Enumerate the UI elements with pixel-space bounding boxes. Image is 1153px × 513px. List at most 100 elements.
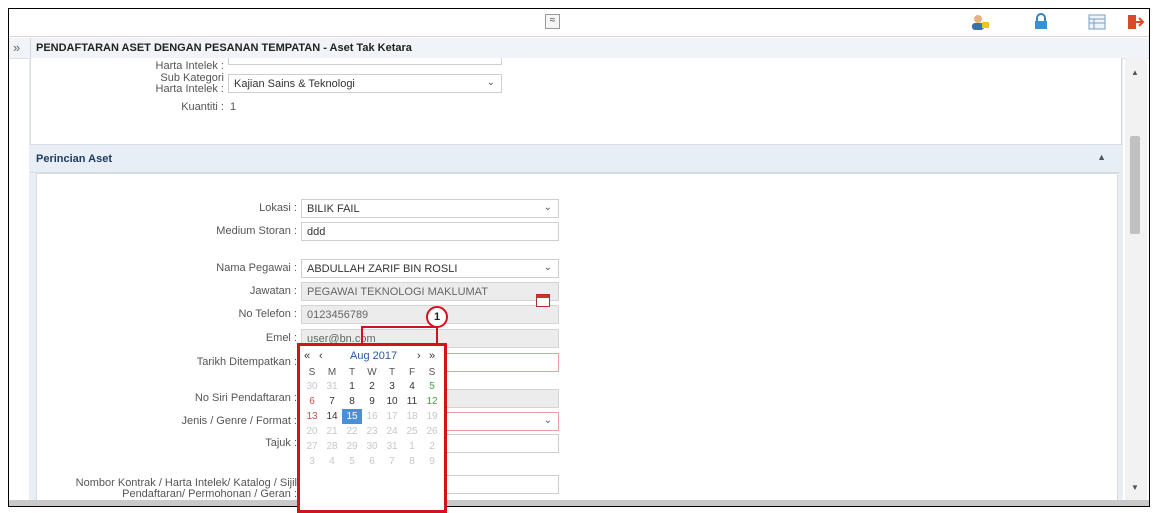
calendar-day[interactable]: 1 — [402, 439, 422, 454]
scrollbar-thumb[interactable] — [1130, 136, 1140, 234]
sub-kategori-label: Sub Kategori Harta Intelek : — [111, 73, 224, 95]
calendar-day[interactable]: 31 — [382, 439, 402, 454]
page-title-bar: » PENDAFTARAN ASET DENGAN PESANAN TEMPAT… — [9, 38, 1149, 59]
calendar-day[interactable]: 18 — [402, 409, 422, 424]
chevron-down-icon: ⌄ — [543, 262, 552, 273]
nama-pegawai-label: Nama Pegawai : — [216, 262, 297, 274]
harta-intelek-select[interactable] — [228, 58, 502, 65]
calendar-day[interactable]: 30 — [362, 439, 382, 454]
logout-icon[interactable] — [1125, 13, 1145, 31]
content-area: Harta Intelek : Sub Kategori Harta Intel… — [29, 58, 1123, 500]
calendar-day[interactable]: 8 — [402, 454, 422, 469]
collapse-header-button[interactable]: ≈ — [545, 14, 560, 29]
calendar-day[interactable]: 30 — [302, 379, 322, 394]
medium-storan-input[interactable]: ddd — [301, 222, 559, 241]
lock-icon[interactable] — [1031, 13, 1051, 31]
day-of-week: T — [348, 366, 356, 378]
calendar-day[interactable]: 2 — [362, 379, 382, 394]
user-icon[interactable] — [970, 13, 990, 31]
calendar-day[interactable]: 24 — [382, 424, 402, 439]
chevron-down-icon: ⌄ — [543, 202, 552, 213]
calendar-day[interactable]: 6 — [362, 454, 382, 469]
prev-month-button[interactable]: ‹ — [319, 350, 323, 362]
lokasi-select[interactable]: BILIK FAIL ⌄ — [301, 199, 559, 218]
calendar-day[interactable]: 1 — [342, 379, 362, 394]
medium-storan-label: Medium Storan : — [216, 225, 297, 237]
tarikh-ditempatkan-label: Tarikh Ditempatkan : — [196, 356, 297, 368]
calendar-day[interactable]: 26 — [422, 424, 442, 439]
calendar-day[interactable]: 11 — [402, 394, 422, 409]
day-of-week: T — [388, 366, 396, 378]
calendar-day[interactable]: 12 — [422, 394, 442, 409]
calendar-day[interactable]: 17 — [382, 409, 402, 424]
calendar-day[interactable]: 23 — [362, 424, 382, 439]
divider — [30, 38, 31, 58]
next-month-button[interactable]: › — [417, 350, 421, 362]
calendar-day[interactable]: 16 — [362, 409, 382, 424]
calendar-day[interactable]: 14 — [322, 409, 342, 424]
calendar-day[interactable]: 4 — [322, 454, 342, 469]
calendar-day[interactable]: 6 — [302, 394, 322, 409]
chevron-down-icon: ⌄ — [543, 415, 552, 426]
next-year-button[interactable]: » — [429, 350, 435, 362]
calendar-day[interactable]: 9 — [362, 394, 382, 409]
perincian-panel: Lokasi : BILIK FAIL ⌄ Medium Storan : dd… — [36, 173, 1118, 500]
scroll-up-icon[interactable]: ▲ — [1131, 68, 1139, 77]
day-of-week: S — [308, 366, 316, 378]
calendar-day[interactable]: 10 — [382, 394, 402, 409]
vertical-scrollbar[interactable]: ▲ ▼ — [1125, 58, 1147, 500]
sub-kategori-select[interactable]: Kajian Sains & Teknologi ⌄ — [228, 74, 502, 93]
collapse-section-icon[interactable]: ▲ — [1097, 152, 1106, 162]
calendar-day[interactable]: 4 — [402, 379, 422, 394]
kategori-panel: Harta Intelek : Sub Kategori Harta Intel… — [30, 58, 1122, 145]
calendar-day[interactable]: 27 — [302, 439, 322, 454]
month-year-label[interactable]: Aug 2017 — [350, 350, 397, 362]
calendar-day[interactable]: 2 — [422, 439, 442, 454]
calendar-day[interactable]: 22 — [342, 424, 362, 439]
horizontal-scrollbar[interactable] — [9, 500, 1149, 506]
calendar-day[interactable]: 5 — [342, 454, 362, 469]
calendar-day[interactable]: 3 — [302, 454, 322, 469]
day-of-week: F — [408, 366, 416, 378]
calendar-day-selected[interactable]: 15 — [342, 409, 362, 424]
perincian-aset-header[interactable]: Perincian Aset ▲ — [30, 146, 1120, 173]
callout-line — [436, 327, 438, 343]
calendar-day[interactable]: 20 — [302, 424, 322, 439]
calendar-day[interactable]: 28 — [322, 439, 342, 454]
kuantiti-label: Kuantiti : — [181, 101, 224, 113]
calendar-day[interactable]: 3 — [382, 379, 402, 394]
calendar-day[interactable]: 25 — [402, 424, 422, 439]
nama-pegawai-select[interactable]: ABDULLAH ZARIF BIN ROSLI ⌄ — [301, 259, 559, 278]
calendar-day[interactable]: 8 — [342, 394, 362, 409]
sub-kategori-label-line2: Harta Intelek : — [155, 83, 224, 95]
scroll-down-icon[interactable]: ▼ — [1131, 483, 1139, 492]
section-title: Perincian Aset — [36, 153, 113, 165]
day-of-week: S — [428, 366, 436, 378]
calendar-day[interactable]: 5 — [422, 379, 442, 394]
lokasi-label: Lokasi : — [259, 202, 297, 214]
calendar-grid: S M T W T F S 30 31 1 2 3 4 5 6 7 8 9 10… — [302, 365, 442, 469]
prev-year-button[interactable]: « — [304, 350, 310, 362]
calendar-day[interactable]: 19 — [422, 409, 442, 424]
calendar-day[interactable]: 21 — [322, 424, 342, 439]
calendar-day[interactable]: 9 — [422, 454, 442, 469]
callout-number-badge: 1 — [426, 306, 448, 328]
expand-sidebar-icon[interactable]: » — [13, 40, 29, 55]
calendar-day[interactable]: 29 — [342, 439, 362, 454]
top-toolbar: ≈ — [9, 9, 1149, 37]
day-of-week: M — [327, 366, 337, 378]
sub-kategori-value: Kajian Sains & Teknologi — [234, 78, 355, 90]
lokasi-value: BILIK FAIL — [307, 203, 360, 215]
date-picker-header: « ‹ Aug 2017 › » — [300, 348, 444, 364]
calendar-day[interactable]: 31 — [322, 379, 342, 394]
calendar-day[interactable]: 13 — [302, 409, 322, 424]
calendar-day[interactable]: 7 — [322, 394, 342, 409]
calendar-icon[interactable] — [536, 294, 550, 307]
no-telefon-label: No Telefon : — [238, 308, 297, 320]
grid-icon[interactable] — [1087, 13, 1107, 31]
app-window: ≈ » PENDAFTARAN ASET DENGAN PESANAN TEMP… — [8, 8, 1150, 507]
jawatan-label: Jawatan : — [249, 285, 297, 297]
calendar-day[interactable]: 7 — [382, 454, 402, 469]
kuantiti-value: 1 — [230, 101, 237, 113]
emel-label: Emel : — [265, 332, 297, 344]
